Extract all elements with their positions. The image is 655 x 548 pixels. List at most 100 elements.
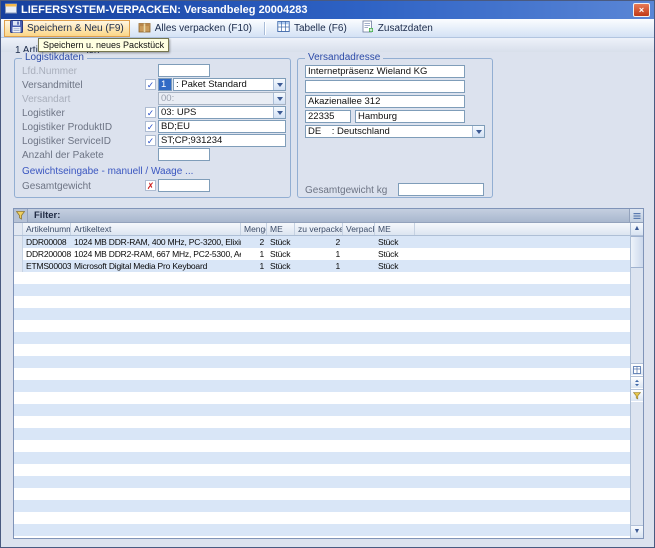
row-indicator-header [14,223,23,235]
table-icon [277,20,290,36]
cell-artikelnummer: ETMS00003 [23,260,71,272]
produktid-input[interactable] [158,120,286,133]
scrollbar-thumb[interactable] [631,236,643,268]
titlebar: LIEFERSYSTEM-VERPACKEN: Versandbeleg 200… [1,1,654,19]
lfdnummer-input[interactable] [158,64,210,77]
versandart-value: 00: [159,93,273,104]
column-header-verpackt[interactable]: Verpackt [343,223,375,235]
filter-icon[interactable] [14,209,28,222]
adresse-land-combo[interactable]: DE : Deutschland [305,125,485,138]
grid-tool-sort-button[interactable] [631,376,643,389]
column-header-menge[interactable]: Menge [241,223,267,235]
cell-me2: Stück [375,236,415,248]
adresse-land-value: DE : Deutschland [306,126,472,137]
filter-label: Filter: [34,210,60,221]
versandadresse-legend: Versandadresse [305,52,383,63]
paketanzahl-input[interactable] [158,148,210,161]
table-row[interactable]: DDR00008 1024 MB DDR-RAM, 400 MHz, PC-32… [14,236,630,248]
save-and-new-button[interactable]: Speichern & Neu (F9) [4,20,130,37]
cell-artikelnummer: DDR00008 [23,236,71,248]
window-icon [5,1,17,19]
logistiker-checkbox[interactable]: ✓ [145,107,156,118]
cell-menge: 1 [241,248,267,260]
scroll-down-button[interactable]: ▼ [631,525,643,538]
scrollbar-track[interactable] [631,402,643,525]
save-icon [10,20,23,36]
adresse-name-input[interactable] [305,65,465,78]
table-view-button[interactable]: Tabelle (F6) [271,20,353,37]
versandmittel-code-input[interactable] [158,78,172,91]
gesamtgewicht-kg-input[interactable] [398,183,484,196]
toolbar: Speichern & Neu (F9) Alles verpacken (F1… [1,19,654,38]
pack-all-label: Alles verpacken (F10) [155,23,252,34]
row-indicator [14,248,23,260]
additional-data-button[interactable]: Zusatzdaten [355,20,439,37]
adresse-strasse-input[interactable] [305,95,465,108]
column-header-zu-verpacken[interactable]: zu verpacke [295,223,343,235]
scrollbar-track[interactable] [631,268,643,363]
cell-artikeltext: Microsoft Digital Media Pro Keyboard [71,260,241,272]
close-button[interactable]: × [633,3,650,17]
logistikdaten-group: Logistikdaten Lfd.Nummer Versandmittel ✓… [14,58,291,198]
column-header-artikeltext[interactable]: Artikeltext [71,223,241,235]
grid-tool-table-button[interactable] [631,363,643,376]
grid-header-row: Artikelnummer Artikeltext Menge ME zu ve… [14,223,630,236]
versandmittel-checkbox[interactable]: ✓ [145,79,156,90]
arrow-down-icon: ▼ [634,528,641,535]
produktid-checkbox[interactable]: ✓ [145,121,156,132]
logistiker-label: Logistiker [22,108,65,119]
toolbar-separator [264,22,265,35]
save-and-new-label: Speichern & Neu (F9) [27,23,124,34]
scroll-up-button[interactable]: ▲ [631,223,643,236]
table-row[interactable]: ETMS00003 Microsoft Digital Media Pro Ke… [14,260,630,272]
gesamtgewicht-input[interactable] [158,179,210,192]
chevron-down-icon[interactable] [273,107,285,118]
adresse-zusatz-input[interactable] [305,80,465,93]
close-icon: × [639,5,644,15]
chevron-down-icon[interactable] [472,126,484,137]
column-header-me[interactable]: ME [267,223,295,235]
serviceid-input[interactable] [158,134,286,147]
adresse-plz-input[interactable] [305,110,351,123]
cell-me2: Stück [375,260,415,272]
chevron-down-icon[interactable] [273,93,285,104]
additional-data-label: Zusatzdaten [378,23,433,34]
logistikdaten-legend: Logistikdaten [22,52,87,63]
grid-filter-bar[interactable]: Filter: [14,209,643,223]
cell-me2: Stück [375,248,415,260]
cell-me: Stück [267,260,295,272]
cell-menge: 2 [241,236,267,248]
logistiker-combo[interactable]: 03: UPS [158,106,286,119]
column-header-me2[interactable]: ME [375,223,415,235]
table-row[interactable]: DDR200008 1024 MB DDR2-RAM, 667 MHz, PC2… [14,248,630,260]
gesamtgewicht-kg-label: Gesamtgewicht kg [305,185,387,196]
cell-artikeltext: 1024 MB DDR2-RAM, 667 MHz, PC2-5300, Aen… [71,248,241,260]
toolbar-tooltip: Speichern u. neues Packstück [38,38,169,52]
versandmittel-combo[interactable]: : Paket Standard [173,78,286,91]
versandmittel-label: Versandmittel [22,80,83,91]
adresse-ort-input[interactable] [355,110,465,123]
gesamtgewicht-label: Gesamtgewicht [22,181,91,192]
cell-menge: 1 [241,260,267,272]
gewichtseingabe-section-label: Gewichtseingabe - manuell / Waage ... [22,166,193,177]
document-plus-icon [361,20,374,36]
cell-verpackt [343,236,375,248]
row-indicator [14,260,23,272]
chevron-down-icon[interactable] [273,79,285,90]
logistiker-value: 03: UPS [159,107,273,118]
cell-zu-verpacken: 2 [295,236,343,248]
table-view-label: Tabelle (F6) [294,23,347,34]
column-header-artikelnummer[interactable]: Artikelnummer [23,223,71,235]
produktid-label: Logistiker ProduktID [22,122,112,133]
vertical-scrollbar[interactable]: ▲ ▼ [630,223,643,538]
serviceid-checkbox[interactable]: ✓ [145,135,156,146]
serviceid-label: Logistiker ServiceID [22,136,111,147]
arrow-up-icon: ▲ [634,225,641,232]
pack-all-button[interactable]: Alles verpacken (F10) [132,20,258,37]
grid-menu-button[interactable] [629,209,643,222]
versandart-combo[interactable]: 00: [158,92,286,105]
gesamtgewicht-checkbox[interactable]: ✗ [145,180,156,191]
cell-me: Stück [267,248,295,260]
grid-tool-filter-button[interactable] [631,389,643,402]
paketanzahl-label: Anzahl der Pakete [22,150,104,161]
